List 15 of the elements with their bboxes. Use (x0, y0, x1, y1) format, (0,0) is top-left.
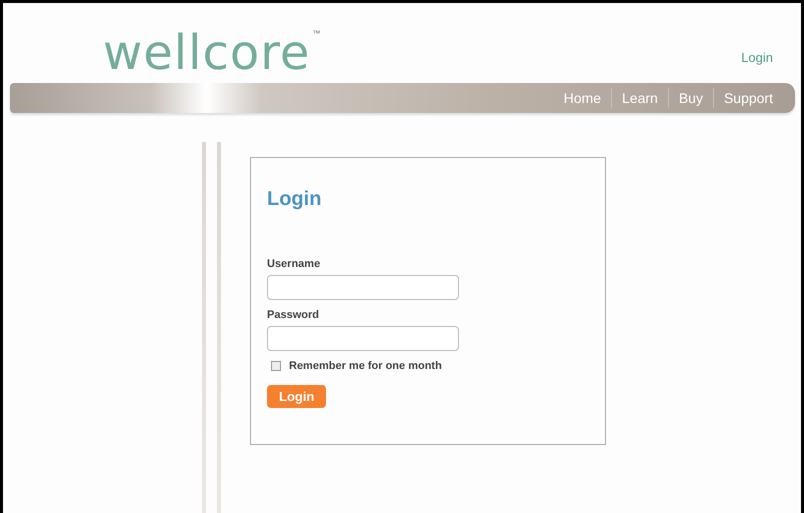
nav-link[interactable]: Support (714, 90, 783, 106)
login-title: Login (267, 188, 322, 211)
nav-link[interactable]: Buy (668, 90, 713, 106)
nav-link[interactable]: Home (554, 90, 612, 106)
field-label: Password (267, 309, 320, 321)
input-field[interactable] (267, 326, 459, 351)
field-label: Username (267, 258, 322, 270)
logo: wellcore (103, 27, 310, 79)
checkbox[interactable] (271, 361, 281, 371)
input-field[interactable] (267, 275, 459, 300)
remember-label: Remember me for one month (289, 360, 442, 372)
login-button[interactable]: Login (267, 385, 326, 408)
nav-link[interactable]: Learn (612, 90, 668, 106)
trademark: ™ (312, 29, 320, 38)
login-link[interactable]: Login (741, 50, 773, 65)
